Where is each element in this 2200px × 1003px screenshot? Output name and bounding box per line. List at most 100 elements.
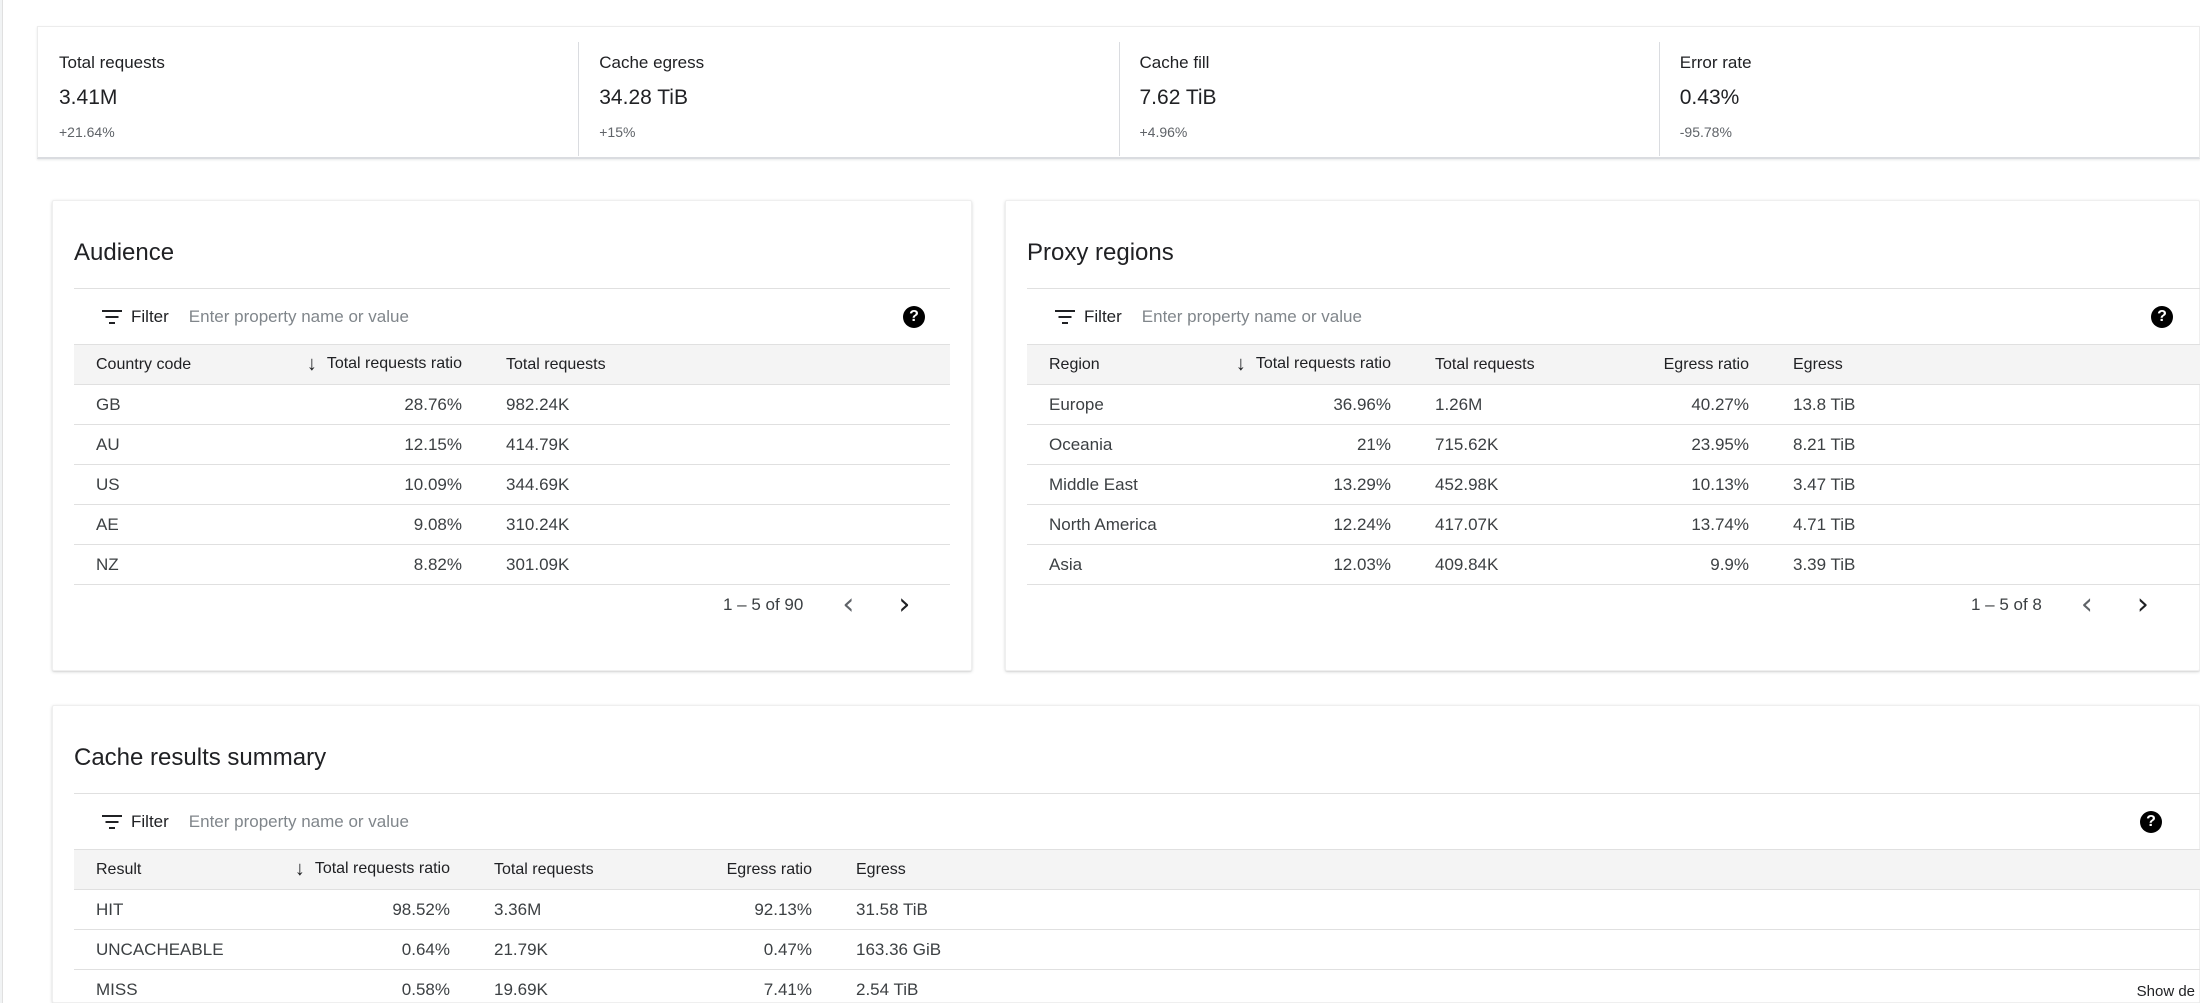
cell: 10.13% xyxy=(1591,464,1749,505)
cache-results-card: Cache results summary Filter ? Result ↓ T… xyxy=(52,705,2200,1003)
filter-label[interactable]: Filter xyxy=(131,812,169,832)
table-header-row: Region ↓ Total requests ratio Total reque… xyxy=(1027,344,2200,385)
cell: 12.15% xyxy=(273,424,462,465)
cell: Middle East xyxy=(1027,464,1187,505)
metric-delta: +15% xyxy=(599,124,636,140)
cell: 28.76% xyxy=(273,384,462,425)
filter-list-icon[interactable] xyxy=(1054,309,1076,324)
arrow-downward-icon[interactable]: ↓ xyxy=(307,353,317,376)
filter-bar: Filter ? xyxy=(1027,288,2200,344)
pagination: 1 – 5 of 90 ‹ › xyxy=(723,590,919,620)
table-header-row: Country code ↓ Total requests ratio Total… xyxy=(74,344,950,385)
cell: 40.27% xyxy=(1591,384,1749,425)
help-icon[interactable]: ? xyxy=(903,306,925,328)
column-header[interactable]: Egress ratio xyxy=(650,849,812,890)
metric-value: 0.43% xyxy=(1679,86,1740,109)
arrow-downward-icon[interactable]: ↓ xyxy=(1236,353,1246,376)
column-header[interactable]: Result xyxy=(74,849,249,890)
cell: UNCACHEABLE xyxy=(74,929,249,970)
column-header[interactable]: Total requests xyxy=(462,344,950,385)
chevron-left-icon[interactable]: ‹ xyxy=(833,590,863,620)
cell: 8.21 TiB xyxy=(1749,424,2200,465)
cell: North America xyxy=(1027,504,1187,545)
filter-input[interactable] xyxy=(188,306,789,327)
column-header-sorted[interactable]: ↓ Total requests ratio xyxy=(249,849,450,890)
metric-total-requests: Total requests 3.41M +21.64% xyxy=(38,48,578,160)
cell: AE xyxy=(74,504,273,545)
cell: MISS xyxy=(74,969,249,1003)
metric-value: 34.28 TiB xyxy=(599,86,688,109)
show-details-button[interactable]: Show de xyxy=(2132,981,2199,1002)
filter-list-icon[interactable] xyxy=(101,814,123,829)
cell: US xyxy=(74,464,273,505)
metric-delta: +4.96% xyxy=(1139,124,1188,140)
filter-bar: Filter ? xyxy=(74,288,950,344)
cell: 715.62K xyxy=(1391,424,1591,465)
table-row: UNCACHEABLE 0.64% 21.79K 0.47% 163.36 Gi… xyxy=(74,929,2200,970)
help-icon[interactable]: ? xyxy=(2140,811,2162,833)
cell: 36.96% xyxy=(1187,384,1391,425)
cell: 0.47% xyxy=(650,929,812,970)
metric-label: Cache egress xyxy=(599,53,705,72)
cell: 3.39 TiB xyxy=(1749,544,2200,585)
cell: 19.69K xyxy=(450,969,650,1003)
cell: 417.07K xyxy=(1391,504,1591,545)
table-row: Middle East 13.29% 452.98K 10.13% 3.47 T… xyxy=(1027,464,2200,505)
card-title: Audience xyxy=(74,239,175,266)
filter-label[interactable]: Filter xyxy=(131,307,169,327)
audience-table: Country code ↓ Total requests ratio Total… xyxy=(74,344,950,585)
table-row: Oceania 21% 715.62K 23.95% 8.21 TiB xyxy=(1027,424,2200,465)
cell: 21.79K xyxy=(450,929,650,970)
column-header-sorted[interactable]: ↓ Total requests ratio xyxy=(273,344,462,385)
column-header[interactable]: Total requests xyxy=(1391,344,1591,385)
column-header[interactable]: Region xyxy=(1027,344,1187,385)
card-title: Cache results summary xyxy=(74,744,327,771)
pagination-label: 1 – 5 of 90 xyxy=(723,595,804,614)
cell: 1.26M xyxy=(1391,384,1591,425)
help-icon[interactable]: ? xyxy=(2151,306,2173,328)
cell: 98.52% xyxy=(249,889,450,930)
cell: 3.47 TiB xyxy=(1749,464,2200,505)
column-header[interactable]: Egress ratio xyxy=(1591,344,1749,385)
column-header[interactable]: Total requests xyxy=(450,849,650,890)
cell: 0.58% xyxy=(249,969,450,1003)
cell: 13.74% xyxy=(1591,504,1749,545)
column-header[interactable]: Egress xyxy=(1749,344,2200,385)
cell: 92.13% xyxy=(650,889,812,930)
column-header-label: Total requests ratio xyxy=(1255,355,1391,372)
cell: 12.03% xyxy=(1187,544,1391,585)
table-row: GB 28.76% 982.24K xyxy=(74,384,950,425)
table-header-row: Result ↓ Total requests ratio Total reque… xyxy=(74,849,2200,890)
filter-list-icon[interactable] xyxy=(101,309,123,324)
cell: Asia xyxy=(1027,544,1187,585)
filter-label[interactable]: Filter xyxy=(1084,307,1122,327)
cell: 414.79K xyxy=(462,424,950,465)
metric-error-rate: Error rate 0.43% -95.78% xyxy=(1658,42,2199,160)
cell: 8.82% xyxy=(273,544,462,585)
chevron-right-icon[interactable]: › xyxy=(2128,590,2158,620)
filter-input[interactable] xyxy=(1141,306,1742,327)
chevron-right-icon[interactable]: › xyxy=(889,590,919,620)
cell: 21% xyxy=(1187,424,1391,465)
filter-input[interactable] xyxy=(188,811,789,832)
cell: 23.95% xyxy=(1591,424,1749,465)
chevron-left-icon[interactable]: ‹ xyxy=(2072,590,2102,620)
cell: HIT xyxy=(74,889,249,930)
cell: Oceania xyxy=(1027,424,1187,465)
cell: 301.09K xyxy=(462,544,950,585)
cell: 344.69K xyxy=(462,464,950,505)
column-header[interactable]: Egress xyxy=(812,849,2200,890)
filter-bar: Filter ? xyxy=(74,793,2200,849)
proxy-regions-card: Proxy regions Filter ? Region ↓ Total req… xyxy=(1005,200,2200,671)
cell: 4.71 TiB xyxy=(1749,504,2200,545)
arrow-downward-icon[interactable]: ↓ xyxy=(295,858,305,881)
cell: 0.64% xyxy=(249,929,450,970)
table-row: North America 12.24% 417.07K 13.74% 4.71… xyxy=(1027,504,2200,545)
column-header-sorted[interactable]: ↓ Total requests ratio xyxy=(1187,344,1391,385)
metric-value: 3.41M xyxy=(59,86,118,109)
column-header[interactable]: Country code xyxy=(74,344,273,385)
cell: 9.9% xyxy=(1591,544,1749,585)
column-header-label: Total requests ratio xyxy=(326,355,462,372)
cell: GB xyxy=(74,384,273,425)
pagination-label: 1 – 5 of 8 xyxy=(1971,595,2042,614)
